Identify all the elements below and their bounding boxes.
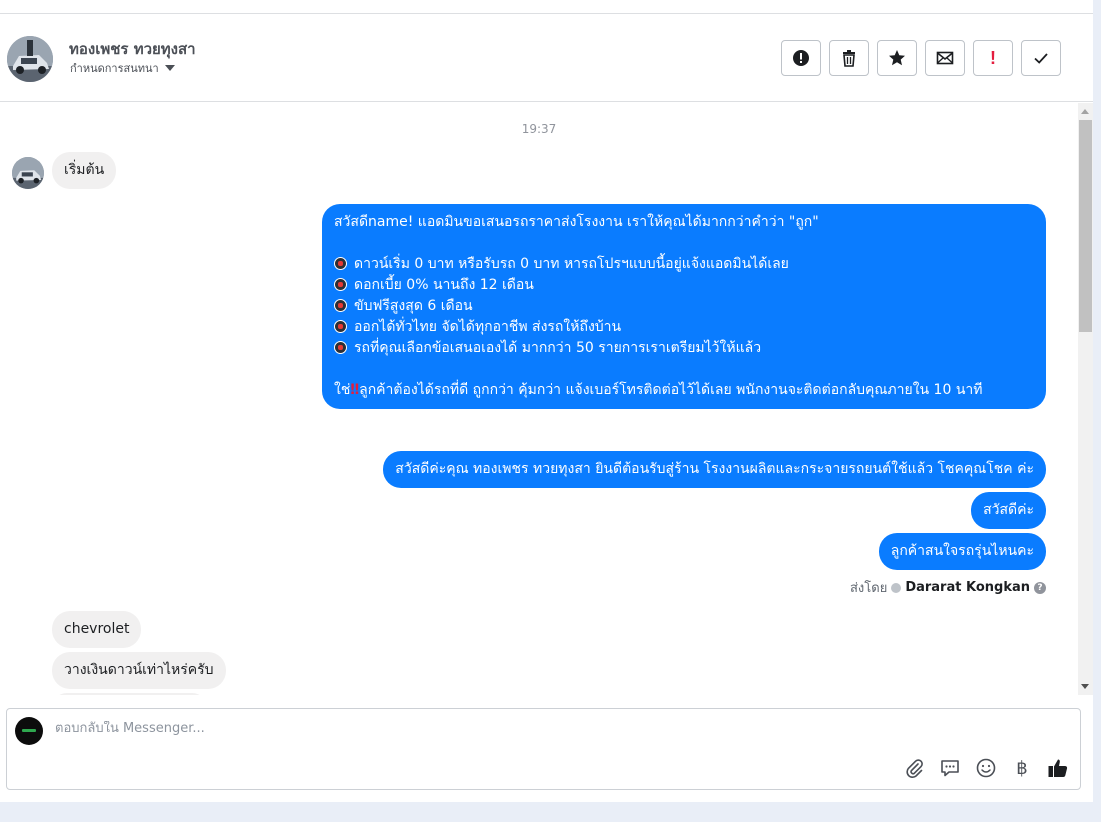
scroll-up-arrow-icon[interactable]: [1081, 109, 1089, 114]
star-button[interactable]: [877, 40, 917, 76]
mark-done-button[interactable]: [1021, 40, 1061, 76]
saved-reply-icon: [941, 760, 959, 777]
scroll-down-arrow-icon[interactable]: [1081, 684, 1089, 689]
conversation-header: ทองเพชร ทวยทุงสา กำหนดการสนทนา !: [0, 14, 1093, 102]
saved-reply-button[interactable]: [938, 756, 962, 780]
checkmark-icon: [1034, 53, 1048, 64]
conversation-schedule-dropdown[interactable]: กำหนดการสนทนา: [70, 59, 175, 77]
incoming-message-partial[interactable]: [52, 693, 207, 695]
contact-avatar-small[interactable]: [12, 157, 44, 189]
conversation-schedule-label: กำหนดการสนทนา: [70, 62, 159, 75]
star-icon: [889, 50, 905, 66]
page-logo-icon: [22, 729, 36, 732]
car-emoji-icon: [334, 320, 347, 333]
message-line: ใช่‼ลูกค้าต้องได้รถที่ดี ถูกกว่า คุ้มกว่…: [334, 380, 1034, 401]
page-icon: [891, 582, 902, 593]
thread-timestamp: 19:37: [521, 122, 557, 136]
baht-icon: ฿: [1016, 757, 1028, 779]
outgoing-message[interactable]: สวัสดีค่ะ: [971, 492, 1046, 529]
message-line-text: ใช่: [334, 382, 351, 398]
car-photo-icon: [7, 36, 53, 82]
contact-avatar[interactable]: [7, 36, 53, 82]
composer-toolbar: ฿: [902, 756, 1070, 780]
double-exclamation-icon: ‼: [350, 382, 360, 398]
reply-composer: ฿: [6, 708, 1081, 790]
follow-up-button[interactable]: !: [973, 40, 1013, 76]
outgoing-message[interactable]: ลูกค้าสนใจรถรุ่นไหนคะ: [878, 533, 1046, 570]
message-line-text: ดาวน์เริ่ม 0 บาท หรือรับรถ 0 บาท หารถโปร…: [354, 256, 789, 272]
contact-name[interactable]: ทองเพชร ทวยทุงสา: [69, 37, 196, 61]
message-line: รถที่คุณเลือกข้อเสนอเองได้ มากกว่า 50 รา…: [334, 338, 1034, 359]
header-toolbar: !: [781, 40, 1061, 76]
mark-spam-button[interactable]: [781, 40, 821, 76]
thread-scrollbar[interactable]: [1078, 103, 1093, 695]
delete-button[interactable]: [829, 40, 869, 76]
message-line: สวัสดีname! แอดมินขอเสนอรถราคาส่งโรงงาน …: [334, 214, 819, 230]
payment-button[interactable]: ฿: [1010, 756, 1034, 780]
red-exclamation-icon: !: [990, 47, 996, 68]
sent-by-line: ส่งโดย Dararat Kongkan ?: [850, 577, 1046, 598]
attach-button[interactable]: [902, 756, 926, 780]
emoji-button[interactable]: [974, 756, 998, 780]
message-line-text: รถที่คุณเลือกข้อเสนอเองได้ มากกว่า 50 รา…: [354, 340, 762, 356]
sent-by-agent[interactable]: Dararat Kongkan: [905, 580, 1030, 595]
message-line-text: ลูกค้าต้องได้รถที่ดี ถูกกว่า คุ้มกว่า แจ…: [359, 382, 983, 398]
exclamation-circle-icon: [793, 50, 809, 66]
message-line: ดาวน์เริ่ม 0 บาท หรือรับรถ 0 บาท หารถโปร…: [334, 254, 1034, 275]
message-line: ออกได้ทั่วไทย จัดได้ทุกอาชีพ ส่งรถให้ถึง…: [334, 317, 1034, 338]
emoji-icon: [976, 758, 996, 778]
message-thread[interactable]: 19:37 เริ่มต้น สวัสดีname! แอดมินขอเสนอร…: [0, 103, 1078, 695]
page-avatar: [15, 717, 43, 745]
like-button[interactable]: [1046, 756, 1070, 780]
incoming-message[interactable]: เริ่มต้น: [52, 152, 117, 189]
scroll-thumb[interactable]: [1079, 120, 1092, 332]
help-icon[interactable]: ?: [1034, 581, 1046, 594]
trash-icon: [843, 50, 855, 67]
envelope-icon: [936, 51, 954, 65]
mark-unread-button[interactable]: [925, 40, 965, 76]
message-line-text: ขับฟรีสูงสุด 6 เดือน: [354, 298, 473, 314]
message-line-blank: [334, 359, 1034, 380]
car-emoji-icon: [334, 299, 347, 312]
message-line: ขับฟรีสูงสุด 6 เดือน: [334, 296, 1034, 317]
message-line-text: ออกได้ทั่วไทย จัดได้ทุกอาชีพ ส่งรถให้ถึง…: [354, 319, 622, 335]
paperclip-icon: [906, 759, 923, 779]
caret-down-icon: [164, 65, 175, 71]
message-line-blank: [334, 233, 1034, 254]
sent-by-prefix: ส่งโดย: [849, 581, 888, 596]
outgoing-message[interactable]: สวัสดีname! แอดมินขอเสนอรถราคาส่งโรงงาน …: [322, 204, 1046, 409]
car-emoji-icon: [334, 341, 347, 354]
incoming-message[interactable]: วางเงินดาวน์เท่าไหร่ครับ: [52, 652, 226, 689]
car-emoji-icon: [334, 278, 347, 291]
car-photo-icon: [12, 157, 44, 189]
reply-input[interactable]: [55, 721, 875, 736]
outgoing-message[interactable]: สวัสดีค่ะคุณ ทองเพชร ทวยทุงสา ยินดีต้อนร…: [383, 451, 1046, 488]
message-line: ดอกเบี้ย 0% นานถึง 12 เดือน: [334, 275, 1034, 296]
incoming-message[interactable]: chevrolet: [52, 611, 142, 648]
messenger-panel: ทองเพชร ทวยทุงสา กำหนดการสนทนา ! 19:37 เ…: [0, 0, 1093, 802]
car-emoji-icon: [334, 257, 347, 270]
message-line-text: ดอกเบี้ย 0% นานถึง 12 เดือน: [354, 277, 534, 293]
thumbs-up-icon: [1048, 759, 1068, 777]
